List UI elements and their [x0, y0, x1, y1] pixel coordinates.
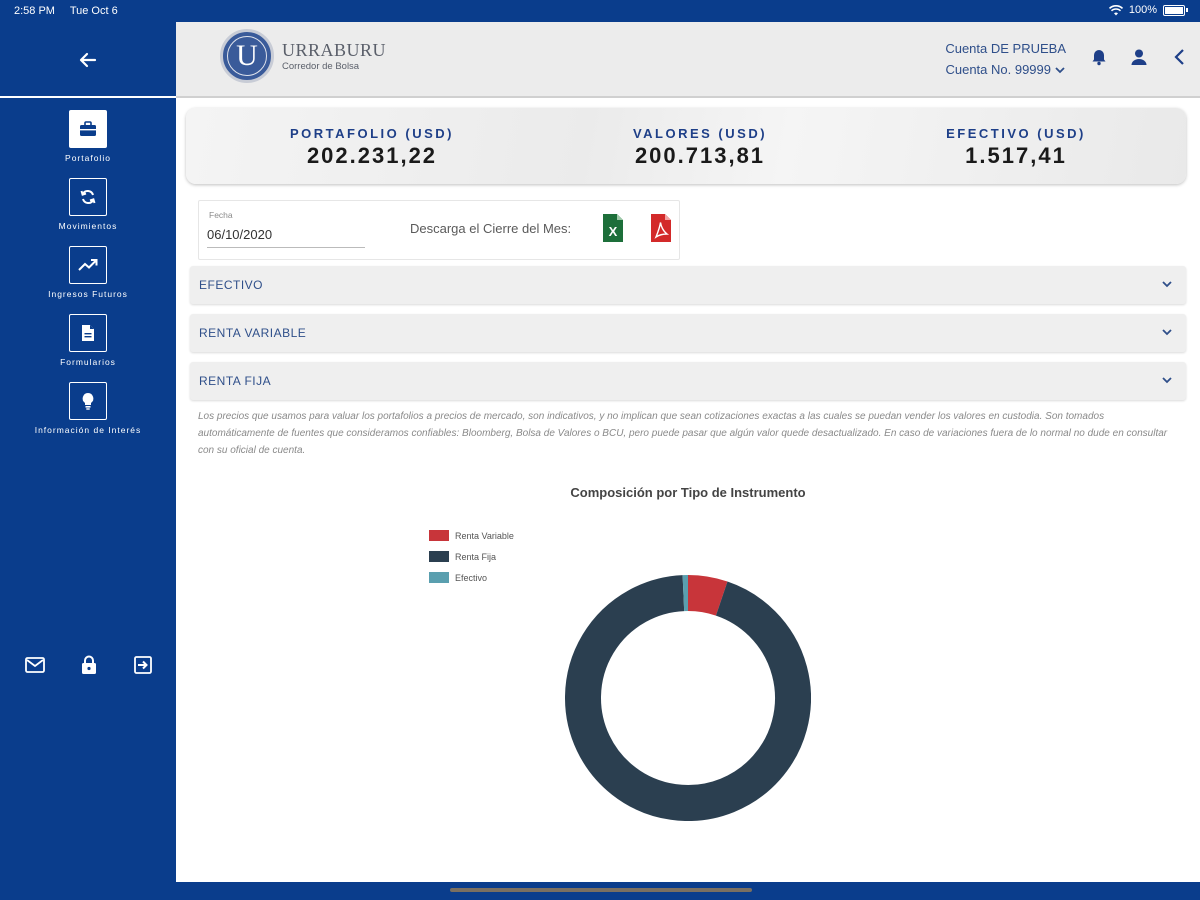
briefcase-icon: [69, 110, 107, 148]
sidebar-item-informacion[interactable]: Información de Interés: [0, 382, 176, 450]
excel-letter: X: [609, 224, 618, 239]
section-renta-variable[interactable]: RENTA VARIABLE: [190, 314, 1186, 352]
user-icon[interactable]: [1130, 48, 1148, 66]
home-indicator: [450, 888, 752, 892]
portfolio-label: PORTAFOLIO (USD): [290, 126, 454, 141]
sidebar-item-label: Movimientos: [58, 221, 118, 231]
section-renta-fija[interactable]: RENTA FIJA: [190, 362, 1186, 400]
lock-icon[interactable]: [78, 654, 100, 676]
back-arrow-icon[interactable]: [76, 48, 100, 72]
chart-title: Composición por Tipo de Instrumento: [570, 485, 806, 500]
legend-label: Efectivo: [455, 572, 488, 583]
portfolio-value: 202.231,22: [306, 143, 438, 168]
status-date: Tue Oct 6: [69, 5, 118, 17]
logo-seal: U: [220, 29, 274, 83]
lightbulb-icon: [69, 382, 107, 420]
legend-swatch: [429, 572, 449, 583]
battery-icon: [1163, 4, 1185, 16]
date-panel: Fecha 06/10/2020 Descarga el Cierre del …: [198, 200, 680, 260]
sidebar-item-label: Formularios: [60, 357, 116, 367]
chevron-left-icon[interactable]: [1170, 48, 1188, 66]
donut-slice-renta-fija[interactable]: [565, 575, 811, 821]
sidebar: Portafolio Movimientos Ingresos Futuros …: [0, 22, 176, 900]
mail-icon[interactable]: [24, 654, 46, 676]
account-number: Cuenta No. 99999: [945, 62, 1051, 77]
section-title: EFECTIVO: [199, 278, 264, 292]
chevron-down-icon: [1162, 329, 1172, 336]
refresh-icon: [69, 178, 107, 216]
account-name: Cuenta DE PRUEBA: [945, 41, 1066, 56]
battery-percent: 100%: [1128, 4, 1157, 16]
summary-securities: VALORES (USD) 200.713,81: [550, 126, 850, 169]
chart-legend: Renta Variable Renta Fija Efectivo: [429, 525, 514, 588]
summary-cash: EFECTIVO (USD) 1.517,41: [866, 126, 1166, 169]
sidebar-nav: Portafolio Movimientos Ingresos Futuros …: [0, 110, 176, 450]
summary-portfolio: PORTAFOLIO (USD) 202.231,22: [222, 126, 522, 169]
securities-label: VALORES (USD): [632, 126, 768, 141]
download-label: Descarga el Cierre del Mes:: [410, 221, 572, 236]
sidebar-item-label: Portafolio: [65, 153, 111, 163]
main-content: U URRABURU Corredor de Bolsa Cuenta DE P…: [176, 22, 1200, 882]
legend-swatch: [429, 551, 449, 562]
excel-download-icon[interactable]: X: [601, 213, 625, 243]
sidebar-item-ingresos-futuros[interactable]: Ingresos Futuros: [0, 246, 176, 314]
account-selector[interactable]: Cuenta DE PRUEBA Cuenta No. 99999: [945, 38, 1066, 80]
legend-swatch: [429, 530, 449, 541]
sidebar-item-movimientos[interactable]: Movimientos: [0, 178, 176, 246]
sidebar-divider: [0, 96, 176, 98]
donut-slice-renta-variable[interactable]: [687, 575, 728, 616]
sidebar-item-formularios[interactable]: Formularios: [0, 314, 176, 382]
cash-label: EFECTIVO (USD): [946, 126, 1086, 141]
chevron-down-icon: [1162, 377, 1172, 384]
portfolio-summary: PORTAFOLIO (USD) 202.231,22 VALORES (USD…: [186, 108, 1186, 184]
bell-icon[interactable]: [1090, 48, 1108, 66]
date-field[interactable]: 06/10/2020: [207, 227, 272, 242]
trending-up-icon: [69, 246, 107, 284]
sidebar-item-label: Información de Interés: [34, 425, 142, 435]
sidebar-item-label: Ingresos Futuros: [48, 289, 128, 299]
date-label: Fecha: [209, 210, 233, 220]
section-title: RENTA VARIABLE: [199, 326, 307, 340]
logout-icon[interactable]: [132, 654, 154, 676]
legend-item[interactable]: Renta Fija: [429, 546, 514, 567]
logo-letter: U: [236, 39, 258, 72]
sidebar-actions: [24, 654, 154, 676]
date-underline: [207, 247, 365, 248]
header: U URRABURU Corredor de Bolsa Cuenta DE P…: [176, 22, 1200, 98]
legend-item[interactable]: Renta Variable: [429, 525, 514, 546]
securities-value: 200.713,81: [634, 143, 766, 168]
section-efectivo[interactable]: EFECTIVO: [190, 266, 1186, 304]
legend-label: Renta Variable: [455, 530, 514, 541]
status-time: 2:58 PM: [14, 5, 55, 17]
cash-value: 1.517,41: [965, 143, 1067, 168]
logo-subtitle: Corredor de Bolsa: [282, 61, 360, 72]
wifi-icon: [1108, 4, 1123, 15]
chevron-down-icon: [1162, 281, 1172, 288]
status-bar: 2:58 PM Tue Oct 6 100%: [0, 0, 1200, 22]
section-title: RENTA FIJA: [199, 374, 272, 388]
disclaimer-text: Los precios que usamos para valuar los p…: [198, 411, 1168, 456]
header-actions: [1090, 48, 1188, 66]
composition-donut-chart: [565, 575, 811, 821]
document-icon: [69, 314, 107, 352]
pdf-download-icon[interactable]: [649, 213, 673, 243]
legend-label: Renta Fija: [455, 551, 497, 562]
sidebar-item-portafolio[interactable]: Portafolio: [0, 110, 176, 178]
legend-item[interactable]: Efectivo: [429, 567, 514, 588]
battery-tip: [1186, 8, 1188, 12]
chevron-down-icon: [1055, 66, 1065, 73]
logo-name: URRABURU: [282, 40, 387, 60]
